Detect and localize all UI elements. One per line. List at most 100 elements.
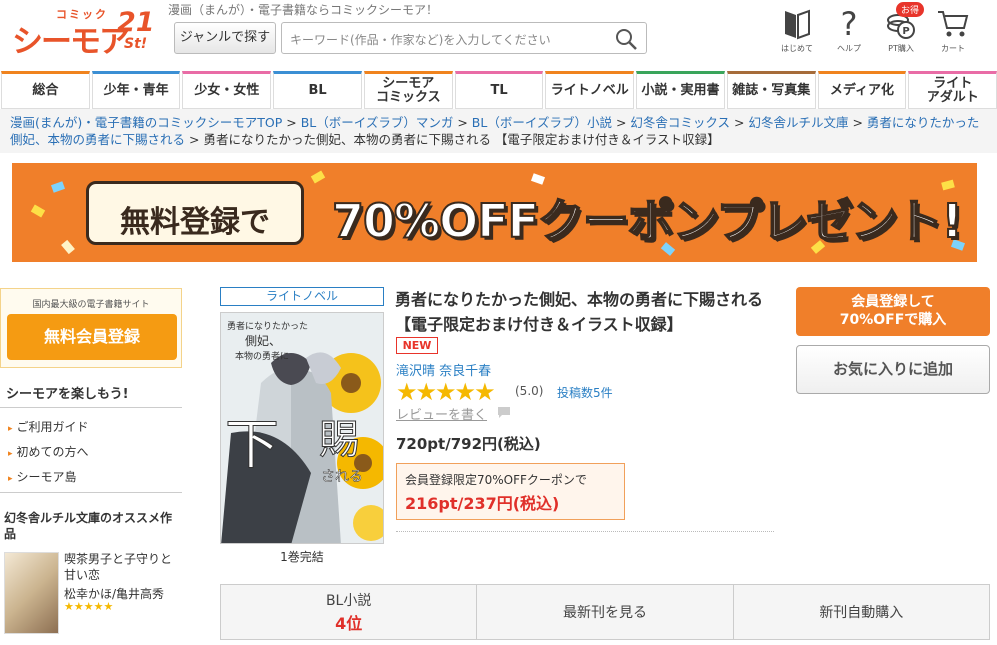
- nav-tab[interactable]: シーモア コミックス: [363, 71, 453, 109]
- nav-tab[interactable]: 雑誌・写真集: [726, 71, 816, 109]
- first-time-link[interactable]: 初めての方へ: [8, 443, 89, 460]
- banner-left-text: 無料登録で: [120, 205, 270, 240]
- site-logo[interactable]: コミック シーモア 21 St!: [10, 4, 158, 60]
- search-input[interactable]: キーワード(作品・作家など)を入力してください: [281, 22, 647, 54]
- seymour-island-link[interactable]: シーモア島: [8, 468, 77, 485]
- hajimete-link[interactable]: はじめて: [772, 4, 822, 54]
- review-count-link[interactable]: 投稿数5件: [557, 384, 613, 401]
- crumb-bl-novel[interactable]: BL（ボーイズラブ）小説: [472, 115, 612, 130]
- cart-label: カート: [941, 44, 965, 53]
- book-cover[interactable]: 勇者になりたかった 側妃、 本物の勇者に 下 賜 される: [220, 312, 384, 544]
- cover-big1: 下: [225, 413, 279, 476]
- crumb-current: 勇者になりたかった側妃、本物の勇者に下賜される 【電子限定おまけ付き＆イラスト収…: [203, 132, 720, 147]
- genre-nav: 総合 少年・青年 少女・女性 BL シーモア コミックス TL ライトノベル 小説・実用書 雑誌…: [0, 71, 997, 109]
- banner-free-box: 無料登録で: [86, 181, 304, 245]
- recommend-heading: 幻冬舎ルチル文庫のオススメ作品: [4, 511, 173, 541]
- add-favorite-button[interactable]: お気に入りに追加: [796, 345, 990, 394]
- rating-stars: ★★★★★: [396, 378, 496, 406]
- cover-big2: 賜: [319, 417, 359, 463]
- confetti: [310, 170, 326, 184]
- help-link[interactable]: ? ヘルプ: [824, 4, 874, 54]
- authors: 滝沢晴 奈良千春: [396, 360, 491, 379]
- confetti: [61, 239, 75, 255]
- register-box: 国内最大級の電子書籍サイト 無料会員登録: [0, 288, 182, 368]
- recommend-title[interactable]: 喫茶男子と子守りと甘い恋: [64, 551, 182, 583]
- ranking-label: BL小説: [325, 593, 372, 609]
- cart-icon: [938, 11, 969, 37]
- cover-sub: される: [321, 469, 363, 485]
- deal-badge: お得: [896, 2, 925, 17]
- recommend-stars: ★★★★★: [64, 600, 114, 613]
- nav-tab[interactable]: 少年・青年: [91, 71, 181, 109]
- genre-search-button[interactable]: ジャンルで探す: [174, 22, 276, 54]
- recommend-cover[interactable]: [4, 552, 59, 634]
- nav-tab[interactable]: 少女・女性: [182, 71, 272, 109]
- volume-status: 1巻完結: [280, 550, 324, 564]
- question-icon: ?: [841, 6, 858, 40]
- coupon-price: 216pt/237円(税込): [405, 494, 560, 513]
- svg-text:P: P: [902, 26, 909, 37]
- nav-tab[interactable]: 総合: [1, 71, 90, 109]
- buy-line2: 70%OFFで購入: [839, 312, 947, 328]
- register-box-text: 国内最大級の電子書籍サイト: [32, 300, 150, 310]
- breadcrumb: 漫画(まんが)・電子書籍のコミックシーモアTOP > BL（ボーイズラブ）マンガ…: [10, 115, 980, 147]
- banner-main-text: 70%OFFクーポンプレゼント!: [331, 193, 964, 249]
- ranking-value: 4位: [335, 614, 363, 633]
- help-label: ヘルプ: [837, 44, 861, 53]
- cover-art: 勇者になりたかった 側妃、 本物の勇者に 下 賜 される: [221, 313, 383, 543]
- enjoy-heading: シーモアを楽しもう!: [6, 387, 129, 402]
- cart-link[interactable]: カート: [928, 4, 978, 54]
- pt-purchase-label: PT購入: [888, 44, 914, 53]
- header: コミック シーモア 21 St! 漫画（まんが）・電子書籍ならコミックシーモア！…: [0, 0, 997, 70]
- crumb-bl-manga[interactable]: BL（ボーイズラブ）マンガ: [301, 115, 454, 130]
- nav-tab[interactable]: ライト アダルト: [908, 71, 997, 109]
- nav-tab[interactable]: 小説・実用書: [636, 71, 725, 109]
- genre-tag[interactable]: ライトノベル: [220, 287, 384, 306]
- cover-title-c: 本物の勇者に: [235, 350, 289, 362]
- new-badge: NEW: [396, 337, 438, 354]
- promo-banner[interactable]: 無料登録で 70%OFFクーポンプレゼント!: [12, 163, 977, 262]
- logo-num: 21: [117, 7, 155, 38]
- crumb-publisher[interactable]: 幻冬舎コミックス: [630, 115, 730, 130]
- search-placeholder: キーワード(作品・作家など)を入力してください: [290, 33, 551, 47]
- confetti: [30, 204, 46, 218]
- nav-tab[interactable]: メディア化: [817, 71, 907, 109]
- latest-volume-button[interactable]: 最新刊を見る: [477, 585, 734, 639]
- product-title: 勇者になりたかった側妃、本物の勇者に下賜される 【電子限定おまけ付き＆イラスト収…: [395, 290, 764, 334]
- buy-line1: 会員登録して: [851, 294, 935, 310]
- free-register-button[interactable]: 無料会員登録: [7, 314, 177, 360]
- divider: [0, 492, 182, 493]
- crumb-top[interactable]: 漫画(まんが)・電子書籍のコミックシーモアTOP: [10, 115, 282, 130]
- nav-tab[interactable]: ライトノベル: [545, 71, 635, 109]
- price: 720pt/792円(税込): [396, 435, 541, 453]
- register-and-buy-button[interactable]: 会員登録して 70%OFFで購入: [796, 287, 990, 336]
- tagline: 漫画（まんが）・電子書籍ならコミックシーモア！: [168, 3, 439, 17]
- author-link[interactable]: 滝沢晴: [396, 364, 435, 379]
- rating-score: (5.0): [515, 384, 544, 398]
- header-icons: はじめて ? ヘルプ P PT購入 お得 カート: [772, 2, 997, 62]
- guide-link[interactable]: ご利用ガイド: [8, 418, 89, 435]
- illustrator-link[interactable]: 奈良千春: [439, 364, 491, 379]
- coupon-text: 会員登録限定70%OFFクーポンで: [405, 473, 587, 487]
- confetti: [530, 173, 546, 185]
- auto-purchase-button[interactable]: 新刊自動購入: [734, 585, 989, 639]
- hajimete-label: はじめて: [781, 44, 813, 53]
- speech-bubble-icon: [498, 407, 510, 418]
- ranking-cell[interactable]: BL小説 4位: [221, 585, 478, 639]
- search-icon[interactable]: [614, 27, 638, 51]
- cover-title-b: 側妃、: [245, 334, 281, 348]
- confetti: [50, 181, 66, 193]
- nav-tab[interactable]: TL: [454, 71, 544, 109]
- write-review-link[interactable]: レビューを書く: [396, 404, 487, 423]
- divider: [396, 531, 774, 532]
- svg-text:?: ?: [841, 6, 858, 40]
- divider: [0, 407, 182, 408]
- logo-main: シーモア: [12, 24, 130, 60]
- bottom-actions: BL小説 4位 最新刊を見る 新刊自動購入: [220, 584, 990, 640]
- logo-st: St!: [124, 36, 148, 52]
- cover-title-a: 勇者になりたかった: [227, 321, 308, 332]
- nav-tab[interactable]: BL: [273, 71, 362, 109]
- crumb-label[interactable]: 幻冬舎ルチル文庫: [748, 115, 848, 130]
- coupon-box: 会員登録限定70%OFFクーポンで 216pt/237円(税込): [396, 463, 625, 520]
- book-icon: [785, 9, 810, 40]
